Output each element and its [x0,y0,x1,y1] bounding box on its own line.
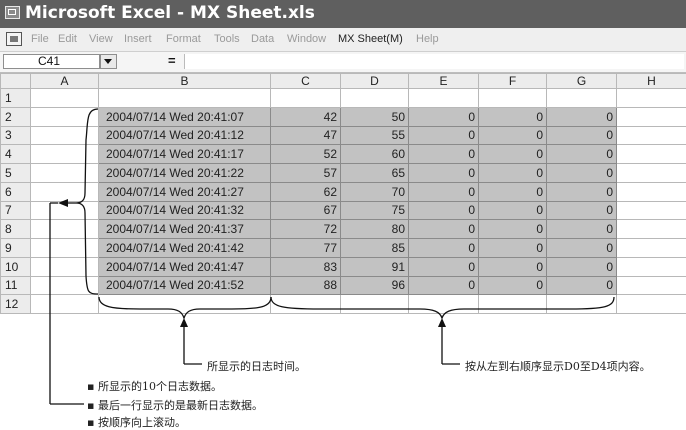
bullet-icon: ▪ [87,416,94,429]
bullet-icon: ▪ [87,399,94,412]
bullet-icon: ▪ [87,380,94,393]
up-arrow-icon-data [438,318,446,327]
bullet-item: ▪ 所显示的10个日志数据。 [87,378,222,394]
left-brace [76,109,98,294]
bullet-text: 按顺序向上滚动。 [98,416,186,429]
left-arrow-icon [58,199,68,207]
data-annotation: 按从左到右顺序显示D0至D4项内容。 [465,358,651,374]
bullet-item: ▪ 最后一行显示的是最新日志数据。 [87,397,263,413]
bottom-brace-time [99,297,271,318]
up-arrow-icon-time [180,318,188,327]
bullet-text: 所显示的10个日志数据。 [98,380,222,393]
bottom-brace-data [271,297,614,318]
time-annotation: 所显示的日志时间。 [207,358,306,374]
bullet-text: 最后一行显示的是最新日志数据。 [98,399,263,412]
